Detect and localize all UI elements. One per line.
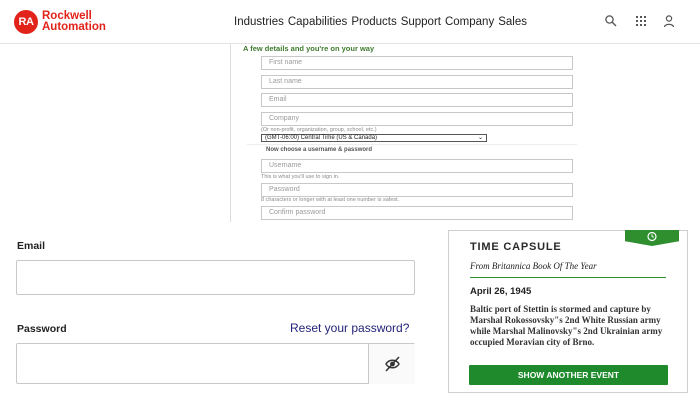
first-name-field[interactable]: First name	[261, 56, 573, 70]
login-email-input[interactable]	[16, 260, 415, 295]
username-field[interactable]: Username	[261, 159, 573, 173]
capsule-date: April 26, 1945	[470, 286, 532, 297]
nav-item-capabilities[interactable]: Capabilities	[288, 16, 347, 28]
site-header: RA Rockwell Automation Industries Capabi…	[0, 0, 700, 44]
logo-badge[interactable]: RA	[14, 10, 38, 34]
capsule-subtitle: From Britannica Book Of The Year	[470, 261, 597, 271]
chevron-down-icon: ⌄	[477, 135, 483, 141]
login-password-input[interactable]	[16, 343, 415, 384]
section-divider	[247, 144, 577, 145]
history-clock-icon	[647, 231, 657, 242]
nav-item-industries[interactable]: Industries	[234, 16, 284, 28]
username-hint: This is what you'll use to sign in.	[261, 174, 340, 180]
last-name-field[interactable]: Last name	[261, 75, 573, 89]
timezone-select[interactable]: (GMT-06:00) Central Time (US & Canada) ⌄	[261, 134, 487, 142]
nav-item-company[interactable]: Company	[445, 16, 494, 28]
password-hint: 8 characters or longer with at least one…	[261, 197, 400, 203]
show-another-event-button[interactable]: SHOW ANOTHER EVENT	[469, 365, 668, 385]
password-field[interactable]: Password	[261, 183, 573, 197]
main-nav: Industries Capabilities Products Support…	[234, 16, 527, 28]
email-field[interactable]: Email	[261, 93, 573, 107]
capsule-title: TIME CAPSULE	[470, 241, 562, 253]
company-hint: (Or non-profit, organization, group, sch…	[261, 127, 377, 133]
nav-item-support[interactable]: Support	[401, 16, 441, 28]
toggle-password-visibility-button[interactable]	[368, 344, 415, 384]
capsule-divider	[470, 277, 666, 278]
capsule-event-text: Baltic port of Stettin is stormed and ca…	[470, 304, 663, 347]
confirm-password-field[interactable]: Confirm password	[261, 206, 573, 220]
logo-wordmark[interactable]: Rockwell Automation	[42, 10, 106, 33]
timezone-value: (GMT-06:00) Central Time (US & Canada)	[265, 135, 378, 141]
time-capsule-card: TIME CAPSULE From Britannica Book Of The…	[448, 230, 688, 393]
password-label: Password	[17, 323, 67, 335]
email-label: Email	[17, 240, 46, 252]
registration-title: A few details and you're on your way	[243, 44, 375, 53]
search-icon[interactable]	[604, 14, 618, 28]
credentials-heading: Now choose a username & password	[266, 147, 373, 153]
capsule-tab	[625, 230, 679, 246]
grid-menu-icon[interactable]	[634, 14, 648, 28]
nav-item-products[interactable]: Products	[351, 16, 396, 28]
registration-form: A few details and you're on your way Fir…	[230, 44, 588, 222]
user-icon[interactable]	[662, 14, 676, 28]
reset-password-link[interactable]: Reset your password?	[290, 321, 409, 335]
eye-off-icon	[385, 356, 400, 372]
logo-line-2: Automation	[42, 21, 106, 33]
company-field[interactable]: Company	[261, 112, 573, 126]
nav-item-sales[interactable]: Sales	[498, 16, 527, 28]
